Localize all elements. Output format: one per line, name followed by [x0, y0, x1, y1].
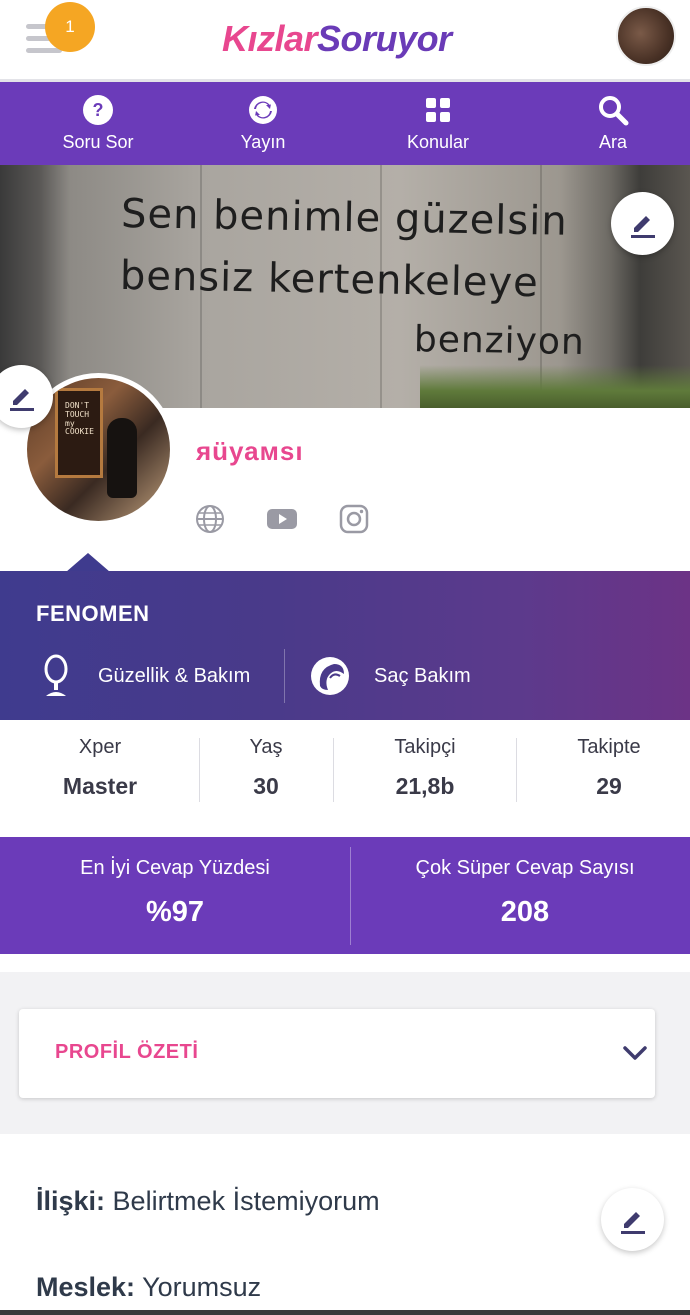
nav-label: Ara: [598, 132, 627, 152]
graffiti-line: Sen benimle güzelsin: [120, 190, 569, 245]
stat-value: 30: [253, 773, 279, 799]
user-avatar[interactable]: [616, 6, 676, 66]
info-job: Meslek: Yorumsuz: [36, 1272, 261, 1303]
stat-label: Takipte: [577, 736, 641, 758]
category-label: Güzellik & Bakım: [98, 664, 251, 687]
answer-divider: [350, 847, 351, 945]
graffiti-line: bensiz kertenkeleye: [119, 252, 540, 307]
refresh-icon: [247, 94, 279, 126]
svg-text:?: ?: [93, 100, 104, 120]
stat-divider: [199, 738, 200, 802]
profile-summary-toggle[interactable]: PROFİL ÖZETİ: [19, 1009, 655, 1098]
grid-icon: [422, 94, 454, 126]
nav-label: Soru Sor: [62, 132, 134, 152]
category-label: Saç Bakım: [374, 664, 471, 687]
main-nav: ? Soru Sor Yayın Konular Ara: [0, 82, 690, 165]
info-label: Meslek:: [36, 1272, 136, 1302]
hair-icon: [310, 656, 350, 696]
stat-value: 29: [596, 773, 622, 799]
logo-part-1: Kızlar: [222, 18, 318, 59]
chevron-down-icon: [623, 1046, 647, 1060]
fenomen-title: FENOMEN: [36, 601, 150, 626]
pencil-icon: [9, 388, 34, 411]
stat-divider: [516, 738, 517, 802]
answer-stats: En İyi Cevap Yüzdesi %97 Çok Süper Cevap…: [0, 837, 690, 954]
bottom-edge: [0, 1310, 690, 1315]
stat-followers[interactable]: Takipçi 21,8b: [370, 736, 480, 800]
photo-figure: [107, 418, 137, 498]
nav-topics[interactable]: Konular: [400, 82, 476, 165]
nav-label: Konular: [406, 132, 470, 152]
stat-label: Takipçi: [394, 736, 456, 758]
youtube-icon[interactable]: [266, 503, 298, 535]
profile-summary-title: PROFİL ÖZETİ: [55, 1041, 199, 1063]
fenomen-divider: [284, 649, 285, 703]
stat-following[interactable]: Takipte 29: [560, 736, 658, 800]
instagram-icon[interactable]: [338, 503, 370, 535]
nav-search[interactable]: Ara: [588, 82, 638, 165]
profile-username: яüуамsı: [196, 436, 304, 466]
pencil-icon: [630, 215, 655, 238]
search-icon: [597, 94, 629, 126]
logo-part-2: Soruyor: [317, 18, 452, 59]
answer-stat-label: Çok Süper Cevap Sayısı: [415, 857, 635, 879]
info-value: Yorumsuz: [142, 1272, 262, 1302]
cover-photo: Sen benimle güzelsin bensiz kertenkeleye…: [0, 165, 690, 408]
nav-ask-question[interactable]: ? Soru Sor: [58, 82, 138, 165]
notification-badge[interactable]: 1: [45, 2, 95, 52]
stat-label: Xper: [78, 736, 122, 758]
stat-label: Yaş: [249, 736, 283, 758]
nav-label: Yayın: [240, 132, 286, 152]
question-circle-icon: ?: [82, 94, 114, 126]
category-hair[interactable]: Saç Bakım: [310, 649, 471, 703]
door-sign: DON'T TOUCH my COOKIE: [65, 401, 94, 437]
cover-graffiti: Sen benimle güzelsin bensiz kertenkeleye…: [118, 183, 587, 371]
stat-xper: Xper Master: [44, 736, 156, 800]
stat-value: 21,8b: [395, 773, 455, 799]
fenomen-section: FENOMEN Güzellik & Bakım Saç Bakım: [0, 571, 690, 720]
nav-feed[interactable]: Yayın: [232, 82, 294, 165]
globe-icon[interactable]: [194, 503, 226, 535]
stats-row: Xper Master Yaş 30 Takipçi 21,8b Takipte…: [0, 720, 690, 837]
fenomen-pointer: [66, 553, 110, 572]
stat-value: Master: [62, 773, 138, 799]
stat-age: Yaş 30: [226, 736, 306, 800]
mirror-icon: [40, 654, 72, 698]
super-answer-count: Çok Süper Cevap Sayısı 208: [400, 857, 650, 929]
edit-cover-button[interactable]: [611, 192, 674, 255]
best-answer-percentage: En İyi Cevap Yüzdesi %97: [50, 857, 300, 929]
info-value: Belirtmek İstemiyorum: [112, 1186, 380, 1216]
category-beauty[interactable]: Güzellik & Bakım: [40, 649, 250, 703]
cover-grass: [420, 365, 690, 408]
stat-divider: [333, 738, 334, 802]
answer-stat-value: %97: [145, 896, 205, 928]
graffiti-line: benziyon: [413, 319, 586, 364]
pencil-icon: [620, 1211, 645, 1234]
top-header: 1 KızlarSoruyor: [0, 0, 690, 82]
site-logo[interactable]: KızlarSoruyor: [222, 18, 452, 60]
edit-info-button[interactable]: [601, 1188, 664, 1251]
info-label: İlişki:: [36, 1186, 106, 1216]
answer-stat-label: En İyi Cevap Yüzdesi: [80, 857, 270, 879]
info-relationship: İlişki: Belirtmek İstemiyorum: [36, 1186, 380, 1217]
answer-stat-value: 208: [500, 896, 550, 928]
